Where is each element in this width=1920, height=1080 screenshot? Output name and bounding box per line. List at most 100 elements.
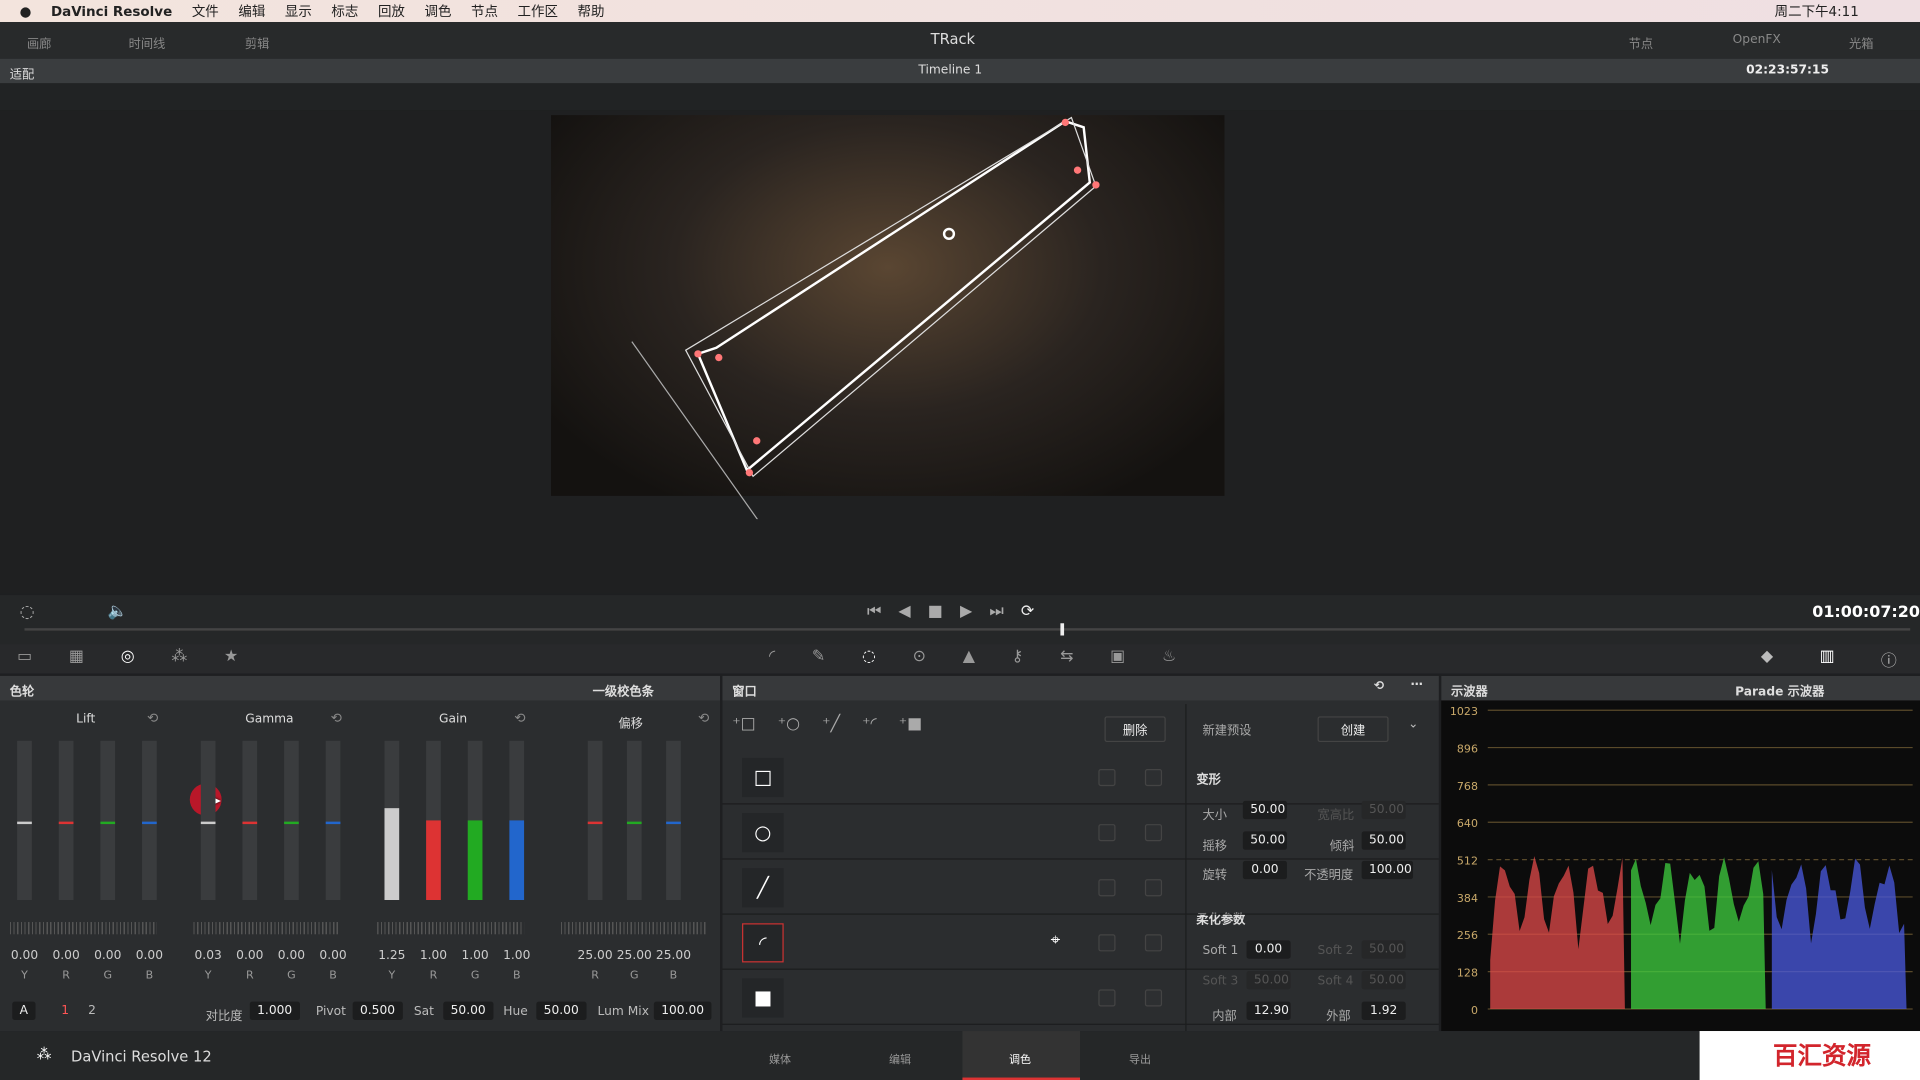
window-enable-toggle[interactable] (1098, 768, 1116, 787)
wheel-value[interactable]: 0.00 (131, 949, 168, 962)
play-icon[interactable]: ▶ (960, 602, 972, 620)
sat-field[interactable]: 50.00 (443, 1001, 494, 1021)
wheel-slider[interactable] (17, 740, 32, 901)
create-button[interactable]: 创建 (1317, 716, 1389, 743)
add-gradient-icon[interactable]: ⁺■ (899, 715, 922, 733)
loop-icon[interactable]: ⟳ (1021, 602, 1034, 620)
gallery-button[interactable]: 画廊 (27, 33, 51, 51)
stop-icon[interactable]: ■ (928, 602, 943, 620)
window-enable-toggle[interactable] (1098, 989, 1116, 1007)
wheel-value[interactable]: 0.00 (231, 949, 268, 962)
wheel-value[interactable]: 25.00 (577, 949, 614, 962)
window-invert-toggle[interactable] (1144, 824, 1163, 842)
window-enable-toggle[interactable] (1098, 824, 1116, 842)
page-1[interactable]: 1 (61, 1004, 69, 1017)
soft3-field[interactable]: 50.00 (1246, 971, 1291, 990)
wheel-slider[interactable] (467, 740, 483, 901)
key-icon[interactable]: ⚷ (1012, 648, 1024, 666)
wheel-value[interactable]: 1.00 (457, 949, 494, 962)
mode-dropdown[interactable]: 一级校色条 (593, 681, 654, 699)
window-invert-toggle[interactable] (1144, 879, 1163, 897)
wheel-value[interactable]: 0.00 (273, 949, 310, 962)
timeline-button[interactable]: 时间线 (129, 33, 166, 51)
page-color[interactable]: 调色 (983, 1051, 1056, 1066)
outside-field[interactable]: 1.92 (1361, 1001, 1406, 1021)
wheel-value[interactable]: 25.00 (655, 949, 692, 962)
wheel-value[interactable]: 1.25 (373, 949, 410, 962)
skip-start-icon[interactable]: ⏮ (867, 602, 881, 620)
3d-icon[interactable]: ▣ (1110, 648, 1125, 666)
window-mode-icon[interactable]: ◌ (20, 602, 35, 622)
nodes-button[interactable]: 节点 (1629, 33, 1653, 51)
inside-field[interactable]: 12.90 (1246, 1001, 1291, 1021)
wheel-reset-icon[interactable]: ⟲ (698, 710, 709, 726)
soft2-field[interactable]: 50.00 (1361, 940, 1406, 959)
menu-color[interactable]: 调色 (424, 1, 451, 21)
curves-icon[interactable]: ◜ (769, 648, 775, 666)
window-icon[interactable]: ◌ (862, 648, 876, 666)
wheel-slider[interactable] (100, 740, 116, 901)
playhead[interactable] (1060, 623, 1065, 636)
menu-nodes[interactable]: 节点 (471, 1, 498, 21)
color-wheels-icon[interactable]: ◎ (121, 648, 135, 666)
master-wheel-jog[interactable] (377, 922, 525, 935)
page-2[interactable]: 2 (88, 1004, 96, 1017)
hue-field[interactable]: 50.00 (536, 1001, 587, 1021)
wheel-slider[interactable] (200, 740, 216, 901)
fit-dropdown[interactable]: 适配 (10, 64, 34, 82)
size-field[interactable]: 50.00 (1242, 800, 1287, 820)
wheel-slider[interactable] (58, 740, 74, 901)
menu-help[interactable]: 帮助 (578, 1, 605, 21)
motion-effects-icon[interactable]: ★ (224, 648, 238, 666)
wheel-value[interactable]: 0.03 (190, 949, 227, 962)
page-edit[interactable]: 编辑 (863, 1051, 936, 1066)
skip-end-icon[interactable]: ⏭ (989, 602, 1003, 620)
master-wheel-jog[interactable] (193, 922, 341, 935)
wheel-value[interactable]: 0.00 (315, 949, 352, 962)
menu-edit[interactable]: 编辑 (238, 1, 265, 21)
window-shape-icon[interactable]: ╱ (742, 868, 784, 908)
window-enable-toggle[interactable] (1098, 879, 1116, 897)
scope-icon[interactable]: ▥ (1820, 648, 1835, 666)
clips-button[interactable]: 剪辑 (245, 33, 269, 51)
window-shape-icon[interactable]: ◜ (742, 923, 784, 963)
scope-mode-dropdown[interactable]: Parade 示波器 (1735, 681, 1824, 699)
power-window-curve[interactable] (551, 115, 1224, 520)
window-enable-toggle[interactable] (1098, 934, 1116, 952)
wheel-value[interactable]: 0.00 (89, 949, 126, 962)
rotate-field[interactable]: 0.00 (1242, 860, 1287, 880)
tracker-icon[interactable]: ⊙ (913, 648, 926, 666)
menu-workspace[interactable]: 工作区 (518, 1, 558, 21)
video-frame[interactable] (551, 115, 1225, 520)
speaker-icon[interactable]: 🔈 (108, 602, 128, 620)
add-circle-icon[interactable]: ⁺○ (778, 715, 800, 733)
more-icon[interactable]: ⋯ (1411, 678, 1423, 691)
wheel-value[interactable]: 0.00 (6, 949, 43, 962)
pivot-field[interactable]: 0.500 (352, 1001, 403, 1021)
qualifier-icon[interactable]: ✎ (812, 648, 825, 666)
wheel-slider[interactable] (509, 740, 525, 901)
wheel-slider[interactable] (384, 740, 400, 901)
menu-playback[interactable]: 回放 (378, 1, 405, 21)
wheel-slider[interactable] (426, 740, 441, 901)
menu-app[interactable]: DaVinci Resolve (51, 3, 172, 19)
wheel-slider[interactable] (284, 740, 299, 901)
window-shape-icon[interactable]: ○ (742, 813, 784, 853)
apple-icon[interactable]: ● (20, 3, 32, 19)
lightbox-button[interactable]: 光箱 (1849, 33, 1873, 51)
soft4-field[interactable]: 50.00 (1361, 971, 1406, 990)
menu-view[interactable]: 显示 (285, 1, 312, 21)
window-shape-icon[interactable]: ■ (742, 978, 784, 1018)
reset-icon[interactable]: ⟲ (1374, 680, 1384, 693)
master-wheel-jog[interactable] (9, 922, 157, 935)
add-line-icon[interactable]: ⁺╱ (822, 715, 840, 733)
crosshair-icon[interactable]: ⌖ (1051, 931, 1061, 951)
window-row[interactable]: ◜ ⌖ (722, 916, 1439, 970)
fx-icon[interactable]: ♨ (1162, 648, 1176, 666)
timeline-dropdown[interactable]: Timeline 1 (918, 64, 982, 77)
info-icon[interactable]: ⓘ (1881, 648, 1897, 671)
camera-raw-icon[interactable]: ▭ (17, 648, 32, 666)
wheel-slider[interactable] (626, 740, 642, 901)
page-a[interactable]: A (12, 1001, 36, 1021)
page-media[interactable]: 媒体 (743, 1051, 816, 1066)
